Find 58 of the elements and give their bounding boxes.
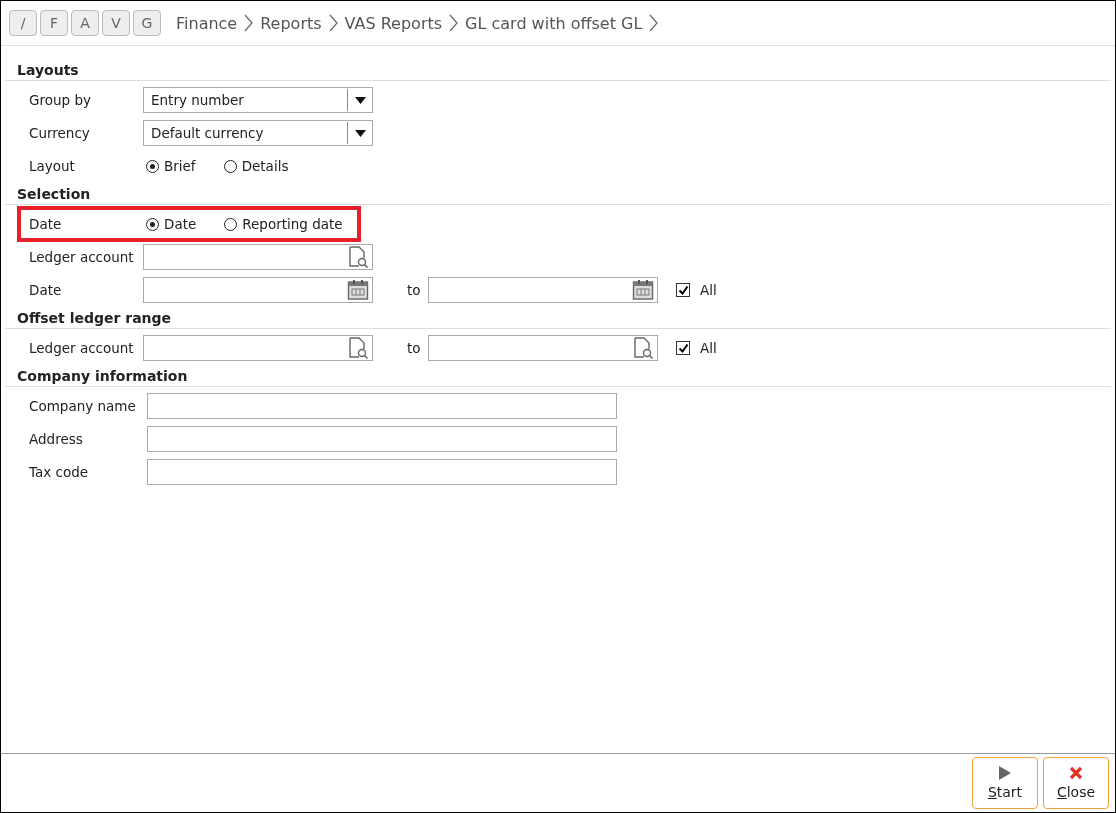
range-label: to xyxy=(407,282,422,298)
radio-label[interactable]: Reporting date xyxy=(242,216,343,232)
range-label: to xyxy=(407,340,422,356)
document-search-icon[interactable] xyxy=(347,246,369,268)
chevron-right-icon xyxy=(649,14,659,32)
lookup-field[interactable] xyxy=(143,335,373,361)
section-header: Selection xyxy=(5,186,1111,205)
radio-label[interactable]: Details xyxy=(241,158,289,174)
breadcrumb-link[interactable]: VAS Reports xyxy=(344,13,443,33)
play-icon xyxy=(999,766,1011,780)
date-field[interactable] xyxy=(428,277,658,303)
breadcrumb-link[interactable]: GL card with offset GL xyxy=(465,13,643,33)
dropdown[interactable]: Default currency xyxy=(143,120,373,146)
field-label: Group by xyxy=(29,92,92,108)
checkbox-label[interactable]: All xyxy=(700,340,717,356)
input-field[interactable] xyxy=(147,426,617,452)
shortcut-button[interactable]: G xyxy=(133,10,161,36)
document-search-icon[interactable] xyxy=(347,337,369,359)
chevron-right-icon xyxy=(328,14,338,32)
input-field[interactable] xyxy=(147,393,617,419)
radio-label[interactable]: Date xyxy=(164,216,197,232)
shortcut-button[interactable]: / xyxy=(9,10,37,36)
chevron-right-icon xyxy=(244,14,254,32)
section-header: Layouts xyxy=(5,62,1111,81)
close-icon xyxy=(1069,766,1083,780)
breadcrumb-link[interactable]: Reports xyxy=(260,13,322,33)
field-label: Tax code xyxy=(29,464,90,480)
shortcut-button[interactable]: F xyxy=(40,10,68,36)
lookup-field[interactable] xyxy=(143,244,373,270)
field-label: Currency xyxy=(29,125,91,141)
breadcrumb-link[interactable]: Finance xyxy=(176,13,238,33)
date-field[interactable] xyxy=(143,277,373,303)
radio-label[interactable]: Brief xyxy=(164,158,196,174)
field-label: Company name xyxy=(29,398,137,414)
shortcut-button[interactable]: A xyxy=(71,10,99,36)
checkbox[interactable] xyxy=(676,283,690,297)
field-label: Date xyxy=(29,216,63,232)
start-button[interactable]: Start xyxy=(972,757,1038,809)
document-search-icon[interactable] xyxy=(632,337,654,359)
input-field[interactable] xyxy=(147,459,617,485)
field-label: Address xyxy=(29,431,84,447)
field-label: Layout xyxy=(29,158,76,174)
field-label: Ledger account xyxy=(29,249,135,265)
field-label: Ledger account xyxy=(29,340,135,356)
section-header: Company information xyxy=(5,368,1111,387)
section-header: Offset ledger range xyxy=(5,310,1111,329)
calendar-icon[interactable] xyxy=(347,279,369,301)
checkbox[interactable] xyxy=(676,341,690,355)
close-button[interactable]: Close xyxy=(1043,757,1109,809)
caret-down-icon xyxy=(354,96,366,104)
lookup-field[interactable] xyxy=(428,335,658,361)
field-label: Date xyxy=(29,282,63,298)
checkbox-label[interactable]: All xyxy=(700,282,717,298)
dropdown[interactable]: Entry number xyxy=(143,87,373,113)
chevron-right-icon xyxy=(449,14,459,32)
shortcut-button[interactable]: V xyxy=(102,10,130,36)
caret-down-icon xyxy=(354,129,366,137)
calendar-icon[interactable] xyxy=(632,279,654,301)
